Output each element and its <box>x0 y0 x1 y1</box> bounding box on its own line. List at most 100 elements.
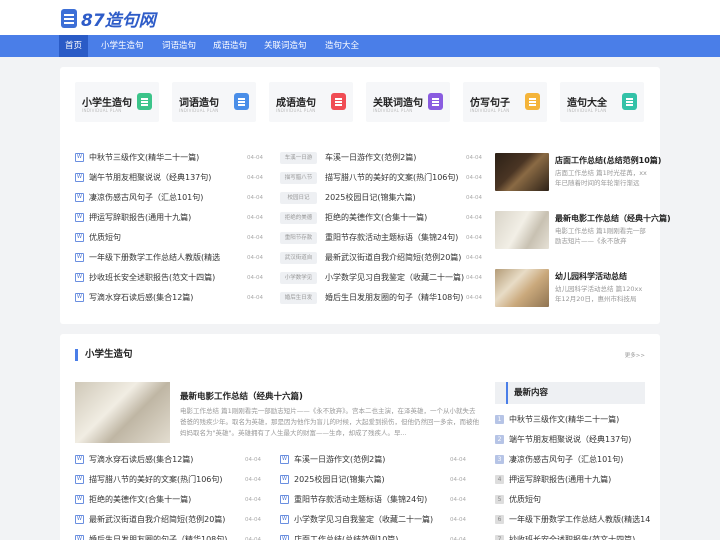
list-item[interactable]: W 写滴水穿石读后感(集合12篇) 04-04 <box>75 292 265 304</box>
tagged-list-item[interactable]: 婚后生日发 婚后生日发朋友圈的句子（精华108句) 04-04 <box>280 292 485 304</box>
list-item-title[interactable]: 凄凉伤感古风句子（汇总101句) <box>89 192 203 204</box>
list-item-title[interactable]: 小学数学见习自我鉴定（收藏二十一篇) <box>294 514 433 526</box>
site-logo[interactable]: 87造句网 <box>61 7 156 31</box>
article-title[interactable]: 幼儿园科学活动总结 <box>555 271 627 282</box>
list-item-title[interactable]: 小学数学见习自我鉴定（收藏二十一篇) <box>325 272 464 284</box>
latest-item[interactable]: 7 抄收班长安全述职报告(范文十四篇) <box>495 534 645 540</box>
list-item[interactable]: W 最新武汉街道自我介绍简短(范例20篇) 04-04 <box>75 514 265 526</box>
list-item[interactable]: W 一年级下册数学工作总结人教版(精选 04-04 <box>75 252 265 264</box>
site-header: 87造句网 <box>0 0 720 35</box>
tagged-list-item[interactable]: 描写腊八节 描写腊八节的美好的文案(热门106句) 04-04 <box>280 172 485 184</box>
category-5[interactable]: 仿写句子 INDIVIDUAL PLAN <box>463 82 547 122</box>
list-item[interactable]: W 2025校园日记(锦集六篇) 04-04 <box>280 474 470 486</box>
list-item-title[interactable]: 重阳节存款活动主题标语（集锦24句) <box>294 494 427 506</box>
list-item[interactable]: W 车溪一日游作文(范例2篇) 04-04 <box>280 454 470 466</box>
list-item-title[interactable]: 抄收班长安全述职报告(范文十四篇) <box>89 272 215 284</box>
list-item-title[interactable]: 优质短句 <box>89 232 121 244</box>
list-item-title[interactable]: 车溪一日游作文(范例2篇) <box>294 454 385 466</box>
article-title[interactable]: 最新电影工作总结（经典十六篇) <box>555 213 671 224</box>
nav-primary-sentences[interactable]: 小学生造句 <box>95 35 150 57</box>
list-item[interactable]: W 店面工作总结(总结范例10篇) 04-04 <box>280 534 470 540</box>
category-6[interactable]: 造句大全 INDIVIDUAL PLAN <box>560 82 644 122</box>
list-item[interactable]: W 重阳节存款活动主题标语（集锦24句) 04-04 <box>280 494 470 506</box>
item-tag[interactable]: 重阳节存款 <box>280 232 317 244</box>
list-item-title[interactable]: 最新武汉街道自我介绍简短(范例20篇) <box>325 252 461 264</box>
latest-item[interactable]: 6 一年级下册数学工作总结人教版(精选14 <box>495 514 650 526</box>
tagged-list-item[interactable]: 拒绝的美德 拒绝的美德作文(合集十一篇) 04-04 <box>280 212 485 224</box>
latest-item-title[interactable]: 一年级下册数学工作总结人教版(精选14 <box>509 514 650 526</box>
list-item[interactable]: W 押运写辞职报告(通用十九篇) 04-04 <box>75 212 265 224</box>
list-item-title[interactable]: 2025校园日记(锦集六篇) <box>294 474 385 486</box>
tagged-list-item[interactable]: 小学数学见 小学数学见习自我鉴定（收藏二十一篇) 04-04 <box>280 272 485 284</box>
item-tag[interactable]: 校园日记 <box>280 192 317 204</box>
list-item[interactable]: W 中秋节三级作文(精华二十一篇) 04-04 <box>75 152 265 164</box>
list-item-title[interactable]: 2025校园日记(锦集六篇) <box>325 192 416 204</box>
latest-item[interactable]: 5 优质短句 <box>495 494 645 506</box>
list-item-title[interactable]: 一年级下册数学工作总结人教版(精选 <box>89 252 220 264</box>
list-item-title[interactable]: 写滴水穿石读后感(集合12篇) <box>89 454 193 466</box>
item-tag[interactable]: 拒绝的美德 <box>280 212 317 224</box>
list-item-title[interactable]: 拒绝的美德作文(合集十一篇) <box>325 212 427 224</box>
nav-idiom-sentences[interactable]: 成语造句 <box>207 35 253 57</box>
item-tag[interactable]: 婚后生日发 <box>280 292 317 304</box>
item-tag[interactable]: 小学数学见 <box>280 272 317 284</box>
list-item-title[interactable]: 婚后生日发朋友圈的句子（精华108句) <box>89 534 227 540</box>
latest-item[interactable]: 4 押运写辞职报告(通用十九篇) <box>495 474 645 486</box>
list-item[interactable]: W 端午节朋友相聚说说（经典137句) 04-04 <box>75 172 265 184</box>
more-link[interactable]: 更多>> <box>625 351 645 359</box>
list-item-title[interactable]: 婚后生日发朋友圈的句子（精华108句) <box>325 292 463 304</box>
tagged-list-item[interactable]: 车溪一日游 车溪一日游作文(范例2篇) 04-04 <box>280 152 485 164</box>
article-thumbnail[interactable] <box>495 269 549 307</box>
category-1[interactable]: 小学生造句 INDIVIDUAL PLAN <box>75 82 159 122</box>
list-item-title[interactable]: 描写腊八节的美好的文案(热门106句) <box>89 474 223 486</box>
latest-item-title[interactable]: 抄收班长安全述职报告(范文十四篇) <box>509 534 635 540</box>
article-thumbnail[interactable] <box>495 153 549 191</box>
list-item-title[interactable]: 重阳节存款活动主题标语（集锦24句) <box>325 232 458 244</box>
list-item[interactable]: W 小学数学见习自我鉴定（收藏二十一篇) 04-04 <box>280 514 470 526</box>
latest-item[interactable]: 3 凄凉伤感古风句子（汇总101句) <box>495 454 645 466</box>
list-item-title[interactable]: 中秋节三级作文(精华二十一篇) <box>89 152 199 164</box>
latest-item[interactable]: 2 端午节朋友相聚说说（经典137句) <box>495 434 645 446</box>
latest-item-title[interactable]: 端午节朋友相聚说说（经典137句) <box>509 434 631 446</box>
list-item-title[interactable]: 最新武汉街道自我介绍简短(范例20篇) <box>89 514 225 526</box>
item-tag[interactable]: 车溪一日游 <box>280 152 317 164</box>
list-item-date: 04-04 <box>466 175 482 181</box>
tagged-list-item[interactable]: 重阳节存款 重阳节存款活动主题标语（集锦24句) 04-04 <box>280 232 485 244</box>
item-tag[interactable]: 描写腊八节 <box>280 172 317 184</box>
list-item-title[interactable]: 拒绝的美德作文(合集十一篇) <box>89 494 191 506</box>
list-item-title[interactable]: 车溪一日游作文(范例2篇) <box>325 152 416 164</box>
tagged-list-item[interactable]: 校园日记 2025校园日记(锦集六篇) 04-04 <box>280 192 485 204</box>
list-item-title[interactable]: 押运写辞职报告(通用十九篇) <box>89 212 191 224</box>
category-2[interactable]: 词语造句 INDIVIDUAL PLAN <box>172 82 256 122</box>
list-item[interactable]: W 优质短句 04-04 <box>75 232 265 244</box>
latest-item[interactable]: 1 中秋节三级作文(精华二十一篇) <box>495 414 645 426</box>
list-item[interactable]: W 描写腊八节的美好的文案(热门106句) 04-04 <box>75 474 265 486</box>
list-item[interactable]: W 拒绝的美德作文(合集十一篇) 04-04 <box>75 494 265 506</box>
nav-conjunction-sentences[interactable]: 关联词造句 <box>258 35 313 57</box>
feature-thumbnail[interactable] <box>75 382 170 443</box>
latest-item-title[interactable]: 中秋节三级作文(精华二十一篇) <box>509 414 619 426</box>
list-item-title[interactable]: 端午节朋友相聚说说（经典137句) <box>89 172 211 184</box>
list-item-title[interactable]: 店面工作总结(总结范例10篇) <box>294 534 398 540</box>
list-item-title[interactable]: 写滴水穿石读后感(集合12篇) <box>89 292 193 304</box>
list-item[interactable]: W 婚后生日发朋友圈的句子（精华108句) 04-04 <box>75 534 265 540</box>
latest-item-title[interactable]: 优质短句 <box>509 494 541 506</box>
nav-sentence-collection[interactable]: 造句大全 <box>319 35 365 57</box>
latest-title: 最新内容 <box>506 382 548 404</box>
list-item-date: 04-04 <box>450 457 466 463</box>
list-item-title[interactable]: 描写腊八节的美好的文案(热门106句) <box>325 172 459 184</box>
article-title[interactable]: 店面工作总结(总结范例10篇) <box>555 155 661 166</box>
feature-title[interactable]: 最新电影工作总结（经典十六篇) <box>180 390 303 402</box>
list-item[interactable]: W 抄收班长安全述职报告(范文十四篇) 04-04 <box>75 272 265 284</box>
nav-word-sentences[interactable]: 词语造句 <box>156 35 202 57</box>
category-4[interactable]: 关联词造句 INDIVIDUAL PLAN <box>366 82 450 122</box>
article-thumbnail[interactable] <box>495 211 549 249</box>
nav-home[interactable]: 首页 <box>59 35 89 57</box>
list-item[interactable]: W 写滴水穿石读后感(集合12篇) 04-04 <box>75 454 265 466</box>
category-3[interactable]: 成语造句 INDIVIDUAL PLAN <box>269 82 353 122</box>
latest-item-title[interactable]: 押运写辞职报告(通用十九篇) <box>509 474 611 486</box>
tagged-list-item[interactable]: 武汉街道自 最新武汉街道自我介绍简短(范例20篇) 04-04 <box>280 252 485 264</box>
list-item[interactable]: W 凄凉伤感古风句子（汇总101句) 04-04 <box>75 192 265 204</box>
item-tag[interactable]: 武汉街道自 <box>280 252 317 264</box>
latest-item-title[interactable]: 凄凉伤感古风句子（汇总101句) <box>509 454 623 466</box>
